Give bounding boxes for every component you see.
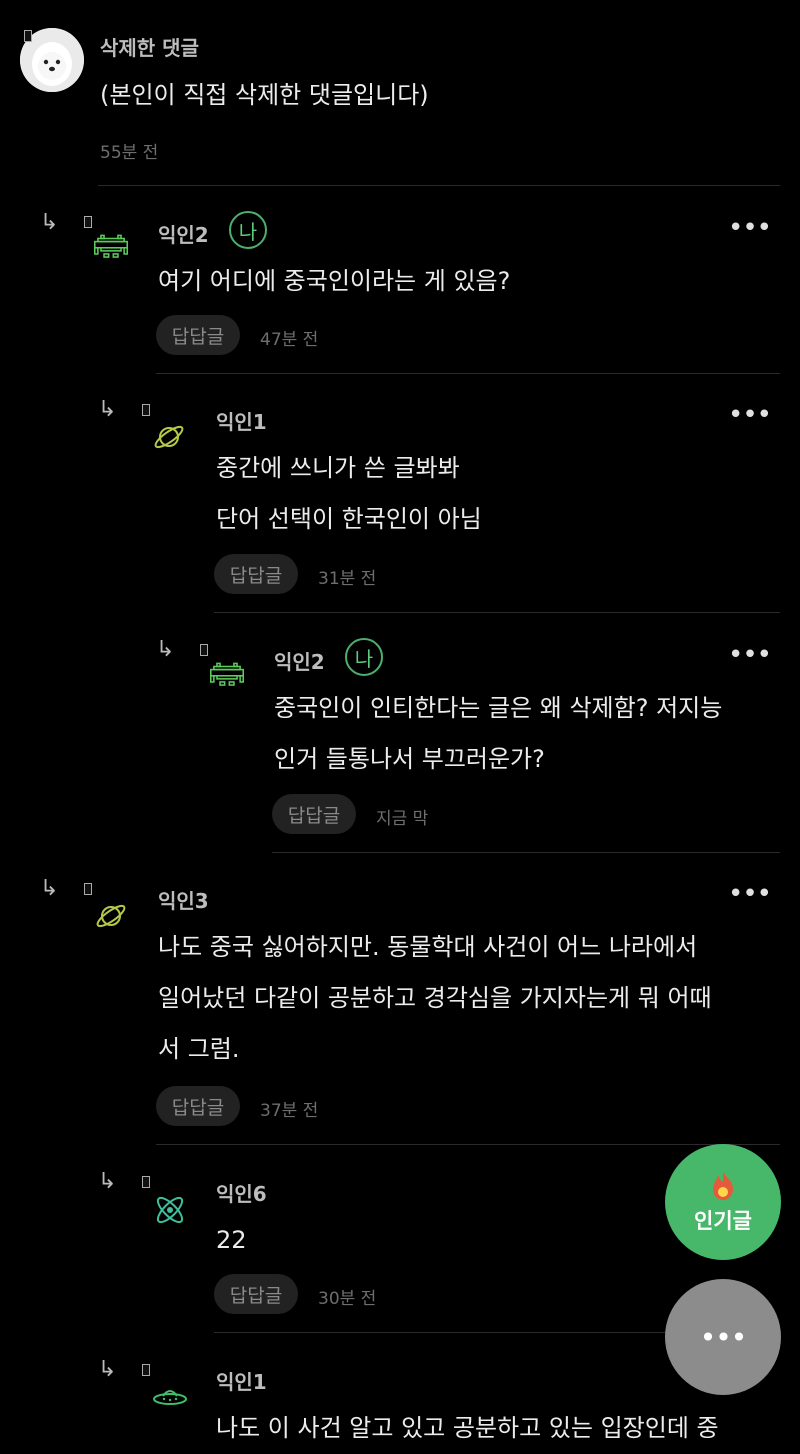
reply-arrow-icon: ↳ — [40, 210, 59, 235]
reply-button[interactable]: 답답글 — [214, 1274, 298, 1314]
reply-button[interactable]: 답답글 — [156, 1086, 240, 1126]
atom-icon — [156, 1196, 184, 1224]
reply-arrow-icon: ↳ — [98, 397, 117, 422]
level-marker — [142, 1176, 150, 1188]
divider — [272, 852, 780, 853]
comment-time: 지금 막 — [376, 809, 429, 829]
comment-author: 익인6 — [216, 1182, 267, 1206]
ufo-icon — [153, 1390, 187, 1405]
more-dots-icon: ••• — [699, 1320, 748, 1354]
comment-text: 나도 이 사건 알고 있고 공분하고 있는 입장인데 중 — [216, 1414, 719, 1442]
more-options-button[interactable]: ••• — [728, 215, 772, 241]
level-marker — [142, 404, 150, 416]
divider — [156, 373, 780, 374]
comment-time: 30분 전 — [318, 1289, 377, 1309]
comment-text: 여기 어디에 중국인이라는 게 있음? — [158, 267, 511, 295]
level-marker — [84, 216, 92, 228]
level-marker — [200, 644, 208, 656]
comment-time: 37분 전 — [260, 1101, 319, 1121]
author-badge: 나 — [229, 211, 267, 249]
comment-text: 나도 중국 싫어하지만. 동물학대 사건이 어느 나라에서 일어났던 다같이 공… — [158, 933, 712, 1063]
reply-button[interactable]: 답답글 — [156, 315, 240, 355]
comment-author: 익인3 — [158, 889, 209, 913]
reply-arrow-icon: ↳ — [156, 637, 175, 662]
comment-text: 22 — [216, 1226, 247, 1254]
planet-icon — [96, 904, 126, 928]
reply-arrow-icon: ↳ — [98, 1357, 117, 1382]
reply-arrow-icon: ↳ — [98, 1169, 117, 1194]
popular-label: 인기글 — [694, 1209, 752, 1233]
comment-time: 31분 전 — [318, 569, 377, 589]
reply-arrow-icon: ↳ — [40, 876, 59, 901]
level-marker — [24, 30, 32, 42]
comment-author: 삭제한 댓글 — [100, 36, 199, 60]
comment-author: 익인1 — [216, 410, 267, 434]
more-actions-button[interactable]: ••• — [665, 1279, 781, 1395]
space-invader-icon — [94, 234, 128, 258]
comment-author: 익인1 — [216, 1370, 267, 1394]
comment-time: 47분 전 — [260, 330, 319, 350]
planet-icon — [154, 425, 184, 449]
more-options-button[interactable]: ••• — [728, 642, 772, 668]
level-marker — [142, 1364, 150, 1376]
author-badge: 나 — [345, 638, 383, 676]
level-marker — [84, 883, 92, 895]
space-invader-icon — [210, 662, 244, 686]
comment-author: 익인2 — [158, 223, 209, 247]
comment-time: 55분 전 — [100, 143, 159, 163]
more-options-button[interactable]: ••• — [728, 402, 772, 428]
divider — [98, 185, 780, 186]
popular-posts-button[interactable]: 인기글 — [665, 1144, 781, 1260]
more-options-button[interactable]: ••• — [728, 881, 772, 907]
comment-text: (본인이 직접 삭제한 댓글입니다) — [100, 81, 429, 109]
comment-author: 익인2 — [274, 650, 325, 674]
divider — [156, 1144, 780, 1145]
comment-text: 중국인이 인티한다는 글은 왜 삭제함? 저지능 인거 들통나서 부끄러운가? — [274, 694, 723, 773]
divider — [214, 612, 780, 613]
fire-icon — [713, 1171, 733, 1200]
reply-button[interactable]: 답답글 — [272, 794, 356, 834]
reply-button[interactable]: 답답글 — [214, 554, 298, 594]
comment-text: 중간에 쓰니가 쓴 글봐봐 단어 선택이 한국인이 아님 — [216, 454, 482, 533]
